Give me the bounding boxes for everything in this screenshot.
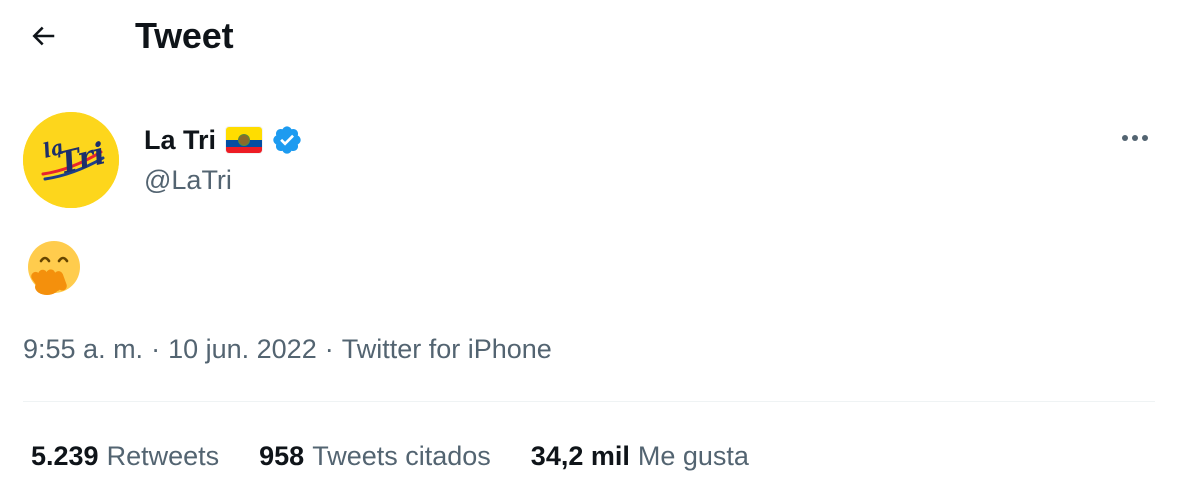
tweet-meta: 9:55 a. m. · 10 jun. 2022 · Twitter for … xyxy=(23,328,552,370)
more-options-button[interactable] xyxy=(1112,118,1158,158)
arrow-left-icon[interactable] xyxy=(28,21,58,51)
username[interactable]: @LaTri xyxy=(144,160,232,200)
tweet-header: Tweet xyxy=(0,0,1178,76)
retweets-stat[interactable]: 5.239 Retweets xyxy=(31,441,219,472)
likes-stat[interactable]: 34,2 mil Me gusta xyxy=(531,441,749,472)
tweet-stats: 5.239 Retweets 958 Tweets citados 34,2 m… xyxy=(31,434,789,478)
ecuador-flag-icon xyxy=(226,127,263,153)
author-name-row: La Tri xyxy=(144,120,303,160)
tweet-source[interactable]: Twitter for iPhone xyxy=(342,334,552,365)
la-tri-logo: la Tri xyxy=(23,112,119,208)
tweet-date[interactable]: 10 jun. 2022 xyxy=(168,334,317,365)
page-title: Tweet xyxy=(135,15,234,56)
quote-tweets-stat[interactable]: 958 Tweets citados xyxy=(259,441,491,472)
meta-separator: · xyxy=(324,333,334,364)
back-button[interactable] xyxy=(18,14,68,58)
avatar[interactable]: la Tri xyxy=(23,112,119,208)
more-dots-icon xyxy=(1122,135,1148,141)
quote-tweets-count: 958 xyxy=(259,440,305,471)
face-with-hand-over-mouth-icon xyxy=(28,241,80,295)
divider xyxy=(23,401,1155,402)
tweet-time[interactable]: 9:55 a. m. xyxy=(23,334,143,365)
verified-badge-icon[interactable] xyxy=(270,124,303,157)
retweets-count: 5.239 xyxy=(31,440,99,471)
display-name[interactable]: La Tri xyxy=(144,120,216,160)
quote-tweets-label: Tweets citados xyxy=(312,440,491,471)
likes-label: Me gusta xyxy=(637,440,749,471)
likes-count: 34,2 mil xyxy=(530,440,630,471)
retweets-label: Retweets xyxy=(106,440,220,471)
tweet-text-emoji xyxy=(25,239,83,297)
meta-separator: · xyxy=(151,333,161,364)
